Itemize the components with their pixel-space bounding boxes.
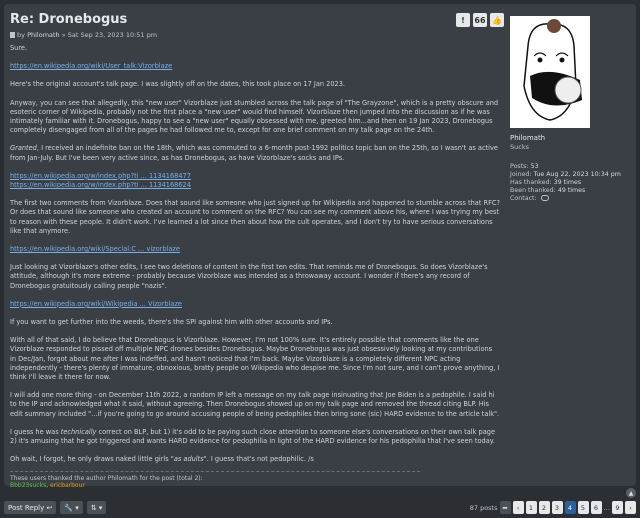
author-profile: Philomath Sucks Posts: 53 Joined: Tue Au… [510,16,632,203]
page-4[interactable]: 4 [564,501,576,514]
by-label: by [17,31,25,39]
posts-count[interactable]: 53 [531,163,539,170]
tools-button[interactable]: 🔧 ▾ [60,501,83,514]
sort-button[interactable]: ⇅ ▾ [86,501,107,514]
joined-date: Tue Aug 22, 2023 10:34 pm [533,171,621,178]
back-to-top-icon[interactable]: ▲ [626,488,636,498]
bottom-toolbar: Post Reply ↩ 🔧 ▾ ⇅ ▾ [4,501,107,514]
page-6[interactable]: 6 [590,501,602,514]
link[interactable]: https://en.wikipedia.org/w/index.php?ti … [10,172,191,180]
post-date: Sat Sep 23, 2023 10:51 pm [67,31,158,39]
link[interactable]: https://en.wikipedia.org/wiki/Wikipedia … [10,300,182,308]
avatar[interactable] [510,16,590,128]
jump-to-page-icon[interactable]: ➦ [499,501,511,514]
author-link[interactable]: Philomath [27,31,60,39]
post-icon [10,32,15,38]
paragraph: Here's the original account's talk page.… [10,80,346,89]
page-5[interactable]: 5 [577,501,589,514]
post-title[interactable]: Re: Dronebogus [10,12,127,27]
profile-stats: Posts: 53 Joined: Tue Aug 22, 2023 10:34… [510,163,621,202]
page-1[interactable]: 1 [525,501,537,514]
post-actions: ! 66 👍 [456,13,504,27]
post-reply-button[interactable]: Post Reply ↩ [4,501,57,514]
page-3[interactable]: 3 [551,501,563,514]
link[interactable]: https://en.wikipedia.org/w/index.php?ti … [10,181,191,189]
post-byline: by Philomath » Sat Sep 23, 2023 10:51 pm [10,31,157,39]
paragraph: Oh wait, I forgot, he only draws naked l… [10,455,314,464]
paragraph: Granted, I received an indefinite ban on… [10,144,498,162]
link[interactable]: https://en.wikipedia.org/wiki/Special:C … [10,245,180,253]
been-thanked[interactable]: 49 times [558,187,586,194]
profile-rank: Sucks [510,143,529,151]
profile-username[interactable]: Philomath [510,134,632,142]
thanks-user[interactable]: ericbarbour [50,482,85,489]
paragraph: With all of that said, I do believe that… [10,336,500,382]
link[interactable]: https://en.wikipedia.org/wiki/User_talk:… [10,62,172,70]
page-2[interactable]: 2 [538,501,550,514]
paragraph: Anyway, you can see that allegedly, this… [10,98,499,135]
pagination: 87 posts ➦ ‹ 1 2 3 4 5 6 … 9 › [470,501,636,514]
quote-button[interactable]: 66 [473,13,487,27]
next-page-button[interactable]: › [625,501,636,514]
paragraph: If you want to get further into the weed… [10,318,333,327]
thanks-button[interactable]: 👍 [490,13,504,27]
thanks-text: These users thanked the author Philomath… [10,475,203,482]
thanks-user[interactable]: Bbb23sucks [10,482,46,489]
ellipsis: … [603,503,611,512]
post-content: Sure. https://en.wikipedia.org/wiki/User… [10,44,500,465]
contact-icon[interactable] [540,195,549,201]
paragraph: I will add one more thing - on December … [10,391,500,418]
paragraph: I guess he was technically correct on BL… [10,427,496,446]
paragraph: Just looking at Vizorblaze's other edits… [10,263,488,290]
prev-page-button[interactable]: ‹ [512,501,524,514]
page-9[interactable]: 9 [612,501,623,514]
paragraph: The first two comments from Vizorblaze. … [10,199,500,235]
has-thanked[interactable]: 39 times [554,179,582,186]
posts-count-label: 87 posts [469,503,498,512]
paragraph: Sure. [10,44,28,52]
thanks-box: These users thanked the author Philomath… [10,471,420,489]
report-button[interactable]: ! [456,13,470,27]
post-container: Re: Dronebogus by Philomath » Sat Sep 23… [4,4,636,489]
